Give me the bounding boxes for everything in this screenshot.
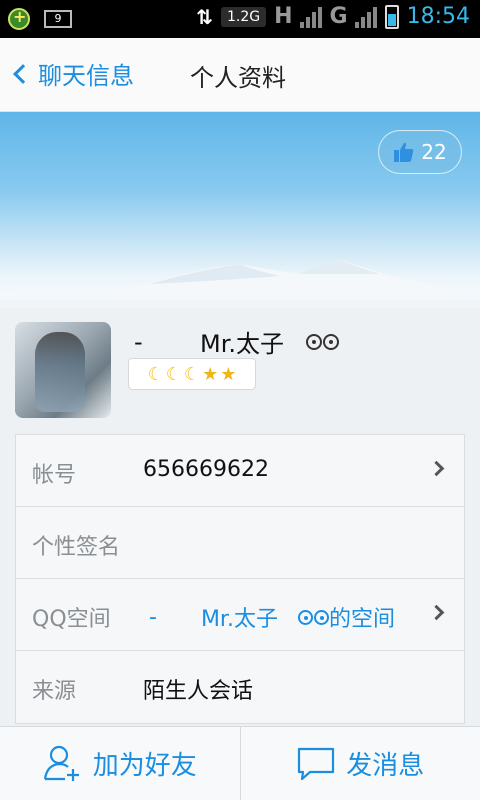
moon-icon: ☾ (147, 363, 164, 385)
qzone-label: QQ空间 (32, 607, 111, 632)
info-card: 帐号 656669622 个性签名 QQ空间 - Mr.太子 的空间 来源 陌生… (15, 434, 465, 724)
page-title: 个人资料 (190, 64, 286, 92)
avatar[interactable] (15, 322, 111, 418)
signal-bars-icon (299, 6, 322, 28)
back-button[interactable]: 聊天信息 (12, 56, 134, 91)
qzone-prefix: - (149, 604, 157, 630)
data-speed: 1.2G (220, 6, 267, 27)
owl-eyes-icon (306, 333, 339, 350)
snow-mountains-image (0, 260, 480, 308)
app-notification-icon (8, 7, 30, 30)
owl-eyes-icon (297, 609, 329, 625)
data-transfer-icon: ⇅ (196, 4, 213, 29)
star-icon: ★ (220, 363, 237, 385)
title-bar: 聊天信息 个人资料 (0, 38, 480, 112)
chevron-right-icon (428, 460, 445, 477)
qzone-suffix: 的空间 (328, 607, 395, 632)
source-value: 陌生人会话 (143, 679, 254, 704)
send-message-button[interactable]: 发消息 (239, 727, 480, 800)
add-user-icon (43, 745, 79, 781)
like-button[interactable]: 22 (378, 130, 462, 174)
chevron-left-icon (13, 63, 33, 84)
thumbs-up-icon (394, 142, 414, 162)
qzone-row[interactable]: QQ空间 - Mr.太子 的空间 (16, 579, 464, 651)
back-label: 聊天信息 (38, 62, 134, 90)
account-label: 帐号 (32, 463, 77, 488)
nickname-row: - Mr.太子 (134, 324, 339, 359)
nickname-prefix: - (134, 327, 143, 356)
status-bar: 9 ⇅ 1.2G H G 18:54 (0, 0, 480, 38)
chevron-right-icon (428, 604, 445, 621)
nickname: Mr.太子 (200, 330, 284, 358)
network-g-icon: G (329, 4, 348, 29)
send-message-label: 发消息 (346, 751, 425, 781)
clock: 18:54 (406, 4, 470, 29)
like-count: 22 (421, 140, 447, 164)
cover-image: 22 (0, 112, 480, 308)
account-row[interactable]: 帐号 656669622 (16, 435, 464, 507)
qq-level-badge[interactable]: ☾ ☾ ☾ ★ ★ (128, 358, 256, 390)
add-friend-button[interactable]: 加为好友 (0, 727, 240, 800)
add-friend-label: 加为好友 (92, 751, 197, 781)
notification-badge: 9 (44, 10, 72, 28)
qzone-link[interactable]: - Mr.太子 的空间 (149, 601, 395, 633)
moon-icon: ☾ (165, 363, 182, 385)
signal-bars-icon (354, 6, 377, 28)
message-bubble-icon (298, 747, 335, 780)
network-h-icon: H (274, 4, 292, 29)
source-label: 来源 (32, 679, 77, 704)
source-row: 来源 陌生人会话 (16, 651, 464, 723)
battery-icon (384, 4, 399, 29)
signature-row: 个性签名 (16, 507, 464, 579)
moon-icon: ☾ (183, 363, 201, 385)
account-value: 656669622 (143, 457, 269, 482)
signature-label: 个性签名 (32, 535, 121, 560)
star-icon: ★ (202, 363, 219, 385)
qzone-name: Mr.太子 (200, 607, 278, 632)
bottom-action-bar: 加为好友 发消息 (0, 726, 480, 800)
